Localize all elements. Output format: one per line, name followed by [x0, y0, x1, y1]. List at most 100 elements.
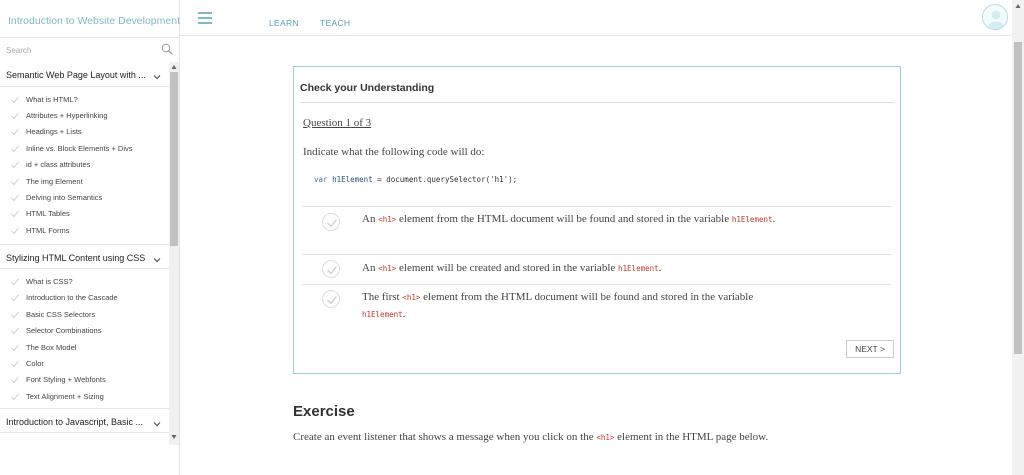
check-icon	[11, 278, 19, 286]
nav-item-color[interactable]: Color	[0, 357, 170, 373]
nav-item-img-element[interactable]: The img Element	[0, 175, 170, 191]
sidebar-scrollbar[interactable]	[169, 62, 179, 445]
code-keyword: var	[314, 175, 328, 184]
nav-item-label: Delving into Semantics	[26, 193, 103, 202]
check-icon	[11, 96, 19, 104]
nav-item-box-model[interactable]: The Box Model	[0, 341, 170, 357]
option-text: The first <h1> element from the HTML doc…	[362, 289, 772, 323]
question-number-link[interactable]: Question 1 of 3	[303, 117, 371, 129]
section-title: Stylizing HTML Content using CSS	[6, 253, 146, 263]
section-header-javascript[interactable]: Introduction to Javascript, Basic ...	[0, 409, 170, 439]
answer-option-2[interactable]: An <h1> element will be created and stor…	[302, 255, 891, 283]
check-icon	[11, 393, 19, 401]
page-scroll-thumb[interactable]	[1014, 42, 1022, 354]
scroll-down-arrow-icon[interactable]	[171, 434, 177, 440]
course-title[interactable]: Introduction to Website Development	[8, 15, 180, 27]
scroll-up-arrow-icon[interactable]	[1015, 3, 1021, 9]
option-check-icon[interactable]	[322, 260, 340, 278]
nav-item-cascade[interactable]: Introduction to the Cascade	[0, 291, 170, 307]
nav-item-label: Introduction to the Cascade	[26, 293, 118, 302]
nav-item-html-forms[interactable]: HTML Forms	[0, 224, 170, 240]
nav-item-attributes[interactable]: Attributes + Hyperlinking	[0, 109, 170, 125]
page-scrollbar[interactable]	[1012, 0, 1024, 475]
section-header-css[interactable]: Stylizing HTML Content using CSS	[0, 245, 170, 275]
nav-item-basic-selectors[interactable]: Basic CSS Selectors	[0, 308, 170, 324]
next-button[interactable]: NEXT >	[846, 340, 894, 358]
scroll-up-arrow-icon[interactable]	[171, 64, 177, 70]
option-text-part: .	[402, 308, 406, 320]
nav-item-id-class[interactable]: id + class attributes	[0, 158, 170, 174]
option-text: An <h1> element from the HTML document w…	[362, 211, 792, 228]
check-icon	[11, 327, 19, 335]
check-icon	[11, 294, 19, 302]
menu-icon[interactable]	[198, 12, 212, 24]
option-text-part: An	[362, 213, 379, 225]
search-input[interactable]	[6, 43, 156, 57]
inline-code: <h1>	[378, 264, 397, 273]
section-header-semantic-web[interactable]: Semantic Web Page Layout with ...	[0, 62, 170, 92]
search-icon[interactable]	[161, 43, 174, 56]
nav-item-what-is-html[interactable]: What is HTML?	[0, 93, 170, 109]
inline-code: h1Element	[618, 264, 659, 273]
chevron-down-icon	[153, 258, 161, 263]
sidebar-divider	[0, 37, 180, 38]
menu-icon-line	[198, 17, 212, 19]
nav-item-label: Attributes + Hyperlinking	[26, 111, 108, 120]
option-text-part: An	[362, 262, 379, 274]
nav-item-label: Font Styling + Webfonts	[26, 375, 106, 384]
section-divider	[0, 268, 170, 269]
option-text-part: .	[772, 213, 776, 225]
nav-item-label: Selector Combinations	[26, 326, 102, 335]
quiz-divider	[300, 102, 894, 103]
option-text-part: element from the HTML document will be f…	[420, 291, 754, 303]
option-text-part: element will be created and stored in th…	[396, 262, 619, 274]
inline-code: h1Element	[362, 310, 403, 319]
nav-item-label: Color	[26, 359, 44, 368]
section-divider	[0, 86, 170, 87]
nav-item-label: Headings + Lists	[26, 127, 82, 136]
nav-item-label: The Box Model	[26, 343, 77, 352]
nav-item-label: Basic CSS Selectors	[26, 310, 96, 319]
course-nav: Semantic Web Page Layout with ... What i…	[0, 62, 170, 445]
nav-item-font-styling[interactable]: Font Styling + Webfonts	[0, 373, 170, 389]
option-text-part: The first	[362, 291, 403, 303]
avatar[interactable]	[982, 4, 1008, 30]
menu-icon-line	[198, 12, 212, 14]
check-icon	[11, 112, 19, 120]
nav-item-label: What is HTML?	[26, 95, 78, 104]
check-icon	[11, 227, 19, 235]
chevron-down-icon	[153, 422, 161, 427]
sidebar-scroll-thumb[interactable]	[170, 72, 178, 246]
sidebar: Introduction to Website Development Sema…	[0, 0, 180, 475]
nav-item-text-alignment[interactable]: Text Alignment + Sizing	[0, 390, 170, 406]
section-title: Introduction to Javascript, Basic ...	[6, 417, 144, 427]
nav-link-learn[interactable]: LEARN	[269, 18, 299, 28]
search-box	[0, 40, 178, 60]
nav-item-label: Inline vs. Block Elements + Divs	[26, 144, 133, 153]
nav-item-selector-combinations[interactable]: Selector Combinations	[0, 324, 170, 340]
inline-code: h1Element	[731, 215, 773, 224]
check-icon	[11, 128, 19, 136]
check-icon	[11, 344, 19, 352]
quiz-card: Check your Understanding Question 1 of 3…	[293, 66, 901, 374]
nav-link-teach[interactable]: TEACH	[320, 18, 350, 28]
nav-item-inline-block[interactable]: Inline vs. Block Elements + Divs	[0, 142, 170, 158]
nav-item-label: HTML Forms	[26, 226, 70, 235]
answer-option-1[interactable]: An <h1> element from the HTML document w…	[302, 207, 891, 254]
option-check-icon[interactable]	[322, 213, 340, 231]
nav-item-label: HTML Tables	[26, 209, 70, 218]
top-bar: LEARN TEACH	[180, 0, 1012, 36]
option-check-icon[interactable]	[322, 290, 340, 308]
nav-item-semantics[interactable]: Delving into Semantics	[0, 191, 170, 207]
check-icon	[11, 210, 19, 218]
nav-item-html-tables[interactable]: HTML Tables	[0, 207, 170, 223]
nav-item-headings[interactable]: Headings + Lists	[0, 125, 170, 141]
nav-item-label: Text Alignment + Sizing	[26, 392, 104, 401]
nav-item-what-is-css[interactable]: What is CSS?	[0, 275, 170, 291]
check-icon	[11, 376, 19, 384]
section-title: Semantic Web Page Layout with ...	[6, 70, 146, 80]
check-icon	[11, 311, 19, 319]
option-text-part: element from the HTML document will be f…	[396, 213, 732, 225]
menu-icon-line	[198, 22, 212, 24]
answer-option-3[interactable]: The first <h1> element from the HTML doc…	[302, 285, 891, 329]
